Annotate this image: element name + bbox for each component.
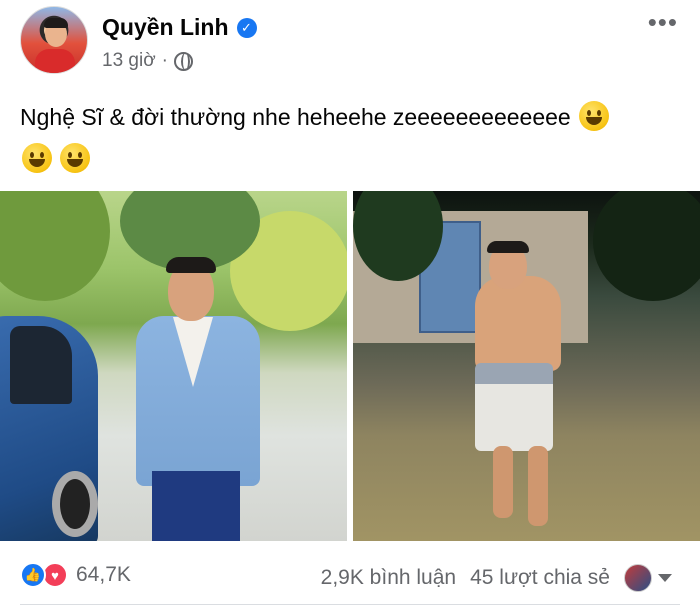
chevron-down-icon[interactable] bbox=[658, 574, 672, 582]
grinning-face-emoji-icon bbox=[60, 143, 91, 173]
post-caption: Nghệ Sĩ & đời thường nhe heheehe zeeeeee… bbox=[20, 96, 680, 180]
post-header: Quyền Linh ✓ 13 giờ · ••• bbox=[0, 0, 700, 90]
author-name-row: Quyền Linh ✓ bbox=[102, 14, 257, 41]
reactions-count: 64,7K bbox=[76, 563, 131, 586]
engagement-stats: 2,9K bình luận 45 lượt chia sẻ bbox=[321, 564, 672, 592]
photo-left-suit[interactable] bbox=[0, 191, 347, 541]
more-options-icon[interactable]: ••• bbox=[648, 9, 678, 35]
caption-text: Nghệ Sĩ & đời thường nhe heheehe zeeeeee… bbox=[20, 104, 571, 130]
photo-grid bbox=[0, 191, 700, 541]
shares-count[interactable]: 45 lượt chia sẻ bbox=[470, 566, 610, 590]
author-name[interactable]: Quyền Linh bbox=[102, 14, 229, 41]
globe-icon[interactable] bbox=[174, 51, 193, 71]
photo-right-casual[interactable] bbox=[353, 191, 700, 541]
verified-badge-icon: ✓ bbox=[236, 17, 257, 38]
post-meta: 13 giờ · bbox=[102, 50, 193, 72]
meta-separator: · bbox=[161, 50, 168, 71]
reactions-summary[interactable]: 👍 ♥ 64,7K bbox=[20, 562, 131, 588]
post-timestamp[interactable]: 13 giờ bbox=[102, 50, 156, 72]
like-reaction-icon: 👍 bbox=[20, 562, 46, 588]
viewer-avatar[interactable] bbox=[624, 564, 652, 592]
comments-count[interactable]: 2,9K bình luận bbox=[321, 566, 456, 590]
author-avatar[interactable] bbox=[20, 6, 88, 74]
divider bbox=[20, 604, 680, 605]
post-stats: 👍 ♥ 64,7K 2,9K bình luận 45 lượt chia sẻ bbox=[0, 558, 700, 598]
grinning-face-emoji-icon bbox=[579, 101, 610, 131]
grinning-face-emoji-icon bbox=[22, 143, 52, 173]
